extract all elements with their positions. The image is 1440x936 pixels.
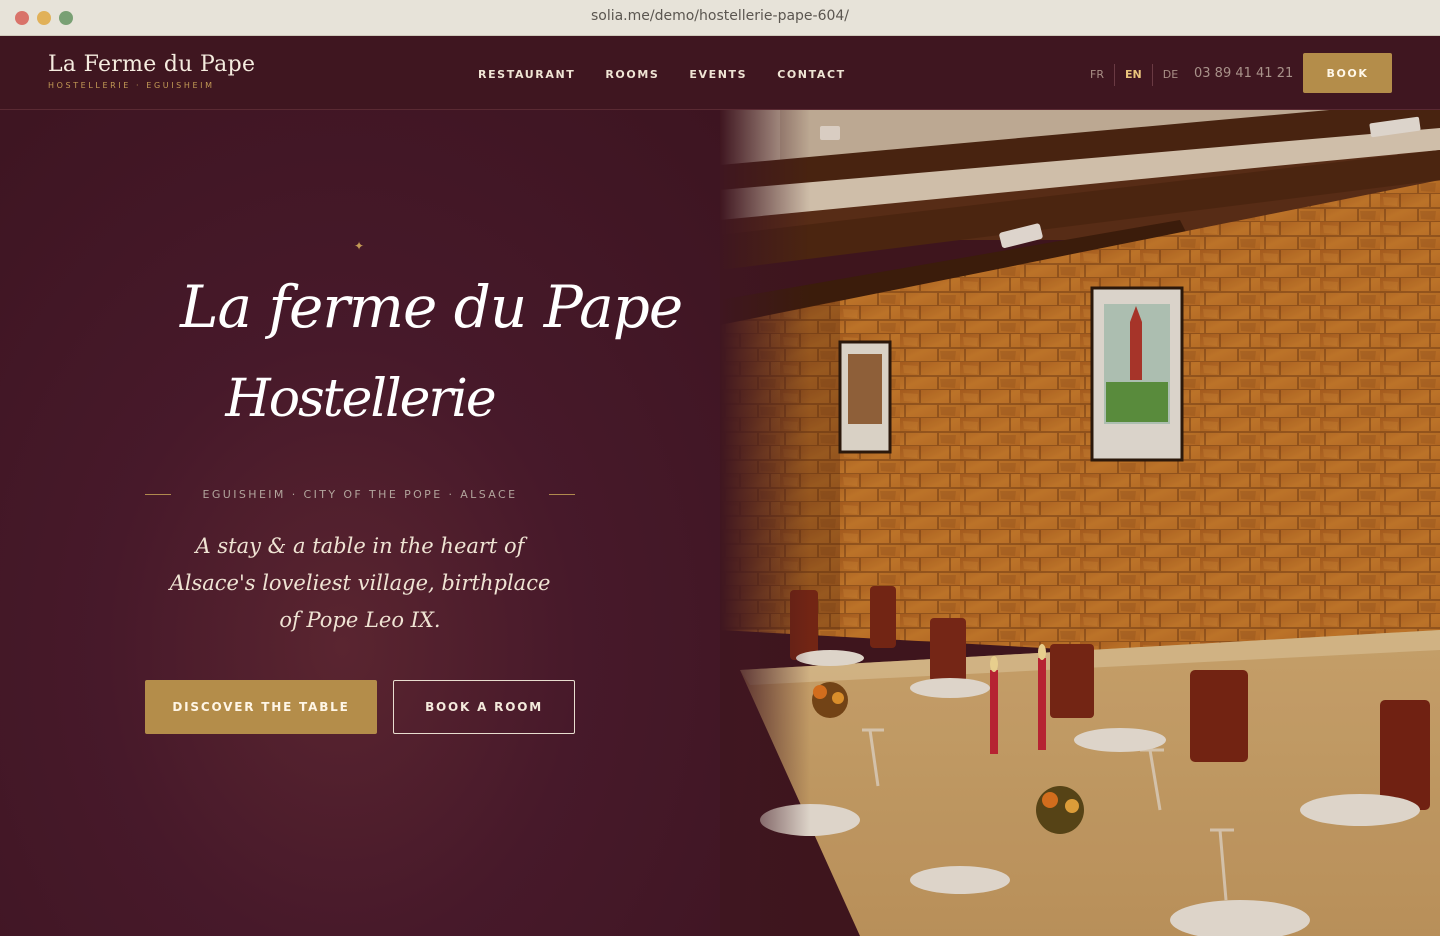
restaurant-photo bbox=[720, 110, 1440, 936]
tagline-rule-left bbox=[145, 494, 171, 495]
discover-table-button[interactable]: DISCOVER THE TABLE bbox=[145, 680, 377, 734]
phone-number[interactable]: 03 89 41 41 21 bbox=[1194, 66, 1293, 81]
hero-panel bbox=[0, 110, 760, 936]
sparkle-icon: ✦ bbox=[354, 239, 365, 253]
book-button[interactable]: BOOK bbox=[1303, 53, 1392, 93]
lang-en[interactable]: EN bbox=[1115, 64, 1152, 86]
hero-lead-text: A stay & a table in the heart of Alsace'… bbox=[169, 534, 551, 632]
lang-fr[interactable]: FR bbox=[1080, 64, 1114, 86]
browser-chrome: solia.me/demo/hostellerie-pape-604/ bbox=[0, 0, 1440, 36]
brand-logo[interactable]: La Ferme du Pape HOSTELLERIE · EGUISHEIM bbox=[48, 52, 255, 90]
address-bar[interactable]: solia.me/demo/hostellerie-pape-604/ bbox=[0, 8, 1440, 24]
main-nav: RESTAURANT ROOMS EVENTS CONTACT bbox=[478, 68, 846, 81]
photo-fade bbox=[720, 110, 810, 936]
book-room-button[interactable]: BOOK A ROOM bbox=[393, 680, 575, 734]
script-logo-line-2: Hostellerie bbox=[225, 369, 496, 429]
lang-de[interactable]: DE bbox=[1153, 64, 1188, 86]
brand-subtitle: HOSTELLERIE · EGUISHEIM bbox=[48, 81, 215, 90]
script-logo-line-1: La ferme du Pape bbox=[180, 273, 683, 341]
nav-contact[interactable]: CONTACT bbox=[777, 68, 846, 81]
nav-restaurant[interactable]: RESTAURANT bbox=[478, 68, 575, 81]
hero-section: ✦ La ferme du Pape Hostellerie EGUISHEIM… bbox=[0, 110, 1440, 936]
location-tagline: EGUISHEIM · CITY OF THE POPE · ALSACE bbox=[145, 488, 575, 501]
nav-events[interactable]: EVENTS bbox=[689, 68, 747, 81]
nav-rooms[interactable]: ROOMS bbox=[605, 68, 659, 81]
language-switcher: FR EN DE bbox=[1080, 64, 1188, 86]
site-header: La Ferme du Pape HOSTELLERIE · EGUISHEIM… bbox=[0, 36, 1440, 110]
tagline-text: EGUISHEIM · CITY OF THE POPE · ALSACE bbox=[202, 488, 518, 501]
script-logo: La ferme du Pape Hostellerie bbox=[180, 270, 683, 470]
tagline-rule-right bbox=[548, 494, 575, 495]
brand-name: La Ferme du Pape bbox=[48, 52, 256, 77]
